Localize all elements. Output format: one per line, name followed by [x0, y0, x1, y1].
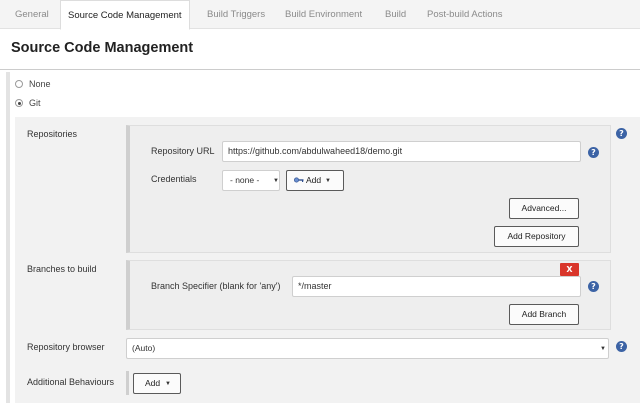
- tab-bar: General Source Code Management Build Tri…: [0, 0, 640, 30]
- repository-browser-value: (Auto): [132, 343, 156, 353]
- scm-git-radio[interactable]: [15, 99, 23, 107]
- section-strip: [6, 72, 10, 403]
- scm-none-label[interactable]: None: [29, 79, 51, 89]
- branch-specifier-label: Branch Specifier (blank for 'any'): [151, 281, 281, 291]
- scm-git-label[interactable]: Git: [29, 98, 41, 108]
- branch-specifier-help-icon[interactable]: ?: [588, 281, 599, 292]
- tab-build[interactable]: Build: [378, 0, 413, 29]
- credentials-add-label: Add: [306, 175, 322, 185]
- advanced-button[interactable]: Advanced...: [509, 198, 579, 219]
- repository-url-help-icon[interactable]: ?: [588, 147, 599, 158]
- repositories-help-icon[interactable]: ?: [616, 128, 627, 139]
- additional-behaviours-add-label: Add: [145, 378, 161, 388]
- branches-to-build-label: Branches to build: [27, 264, 97, 274]
- dropdown-caret-icon: ▼: [325, 178, 331, 184]
- scm-none-radio[interactable]: [15, 80, 23, 88]
- repository-url-input[interactable]: https://github.com/abdulwaheed18/demo.gi…: [222, 141, 581, 162]
- repository-browser-help-icon[interactable]: ?: [616, 341, 627, 352]
- key-icon: [294, 177, 304, 183]
- tab-general[interactable]: General: [8, 0, 56, 29]
- tab-source-code-management[interactable]: Source Code Management: [60, 0, 190, 30]
- dropdown-caret-icon: ▼: [165, 381, 171, 387]
- add-repository-button[interactable]: Add Repository: [494, 226, 579, 247]
- credentials-add-button[interactable]: Add ▼: [286, 170, 344, 191]
- branch-specifier-input[interactable]: */master: [292, 276, 581, 297]
- repository-browser-select[interactable]: (Auto) ▼: [126, 338, 609, 359]
- additional-behaviours-label: Additional Behaviours: [27, 377, 115, 387]
- additional-behaviours-add-button[interactable]: Add ▼: [133, 373, 181, 394]
- tab-build-environment[interactable]: Build Environment: [278, 0, 369, 29]
- credentials-label: Credentials: [151, 174, 197, 184]
- page-title: Source Code Management: [11, 40, 194, 56]
- dropdown-caret-icon: ▼: [600, 346, 606, 352]
- repositories-label: Repositories: [27, 129, 78, 139]
- additional-behaviours-strip: [126, 371, 129, 395]
- title-divider: [0, 69, 640, 70]
- tab-build-triggers[interactable]: Build Triggers: [200, 0, 272, 29]
- dropdown-caret-icon: ▼: [273, 178, 279, 184]
- repository-browser-label: Repository browser: [27, 342, 105, 352]
- delete-icon: X: [566, 265, 573, 274]
- credentials-select-value: - none -: [230, 175, 260, 185]
- add-branch-button[interactable]: Add Branch: [509, 304, 579, 325]
- repository-url-label: Repository URL: [151, 146, 215, 156]
- tab-post-build-actions[interactable]: Post-build Actions: [420, 0, 510, 29]
- credentials-select[interactable]: - none - ▼: [222, 170, 280, 191]
- delete-branch-button[interactable]: X: [560, 263, 579, 276]
